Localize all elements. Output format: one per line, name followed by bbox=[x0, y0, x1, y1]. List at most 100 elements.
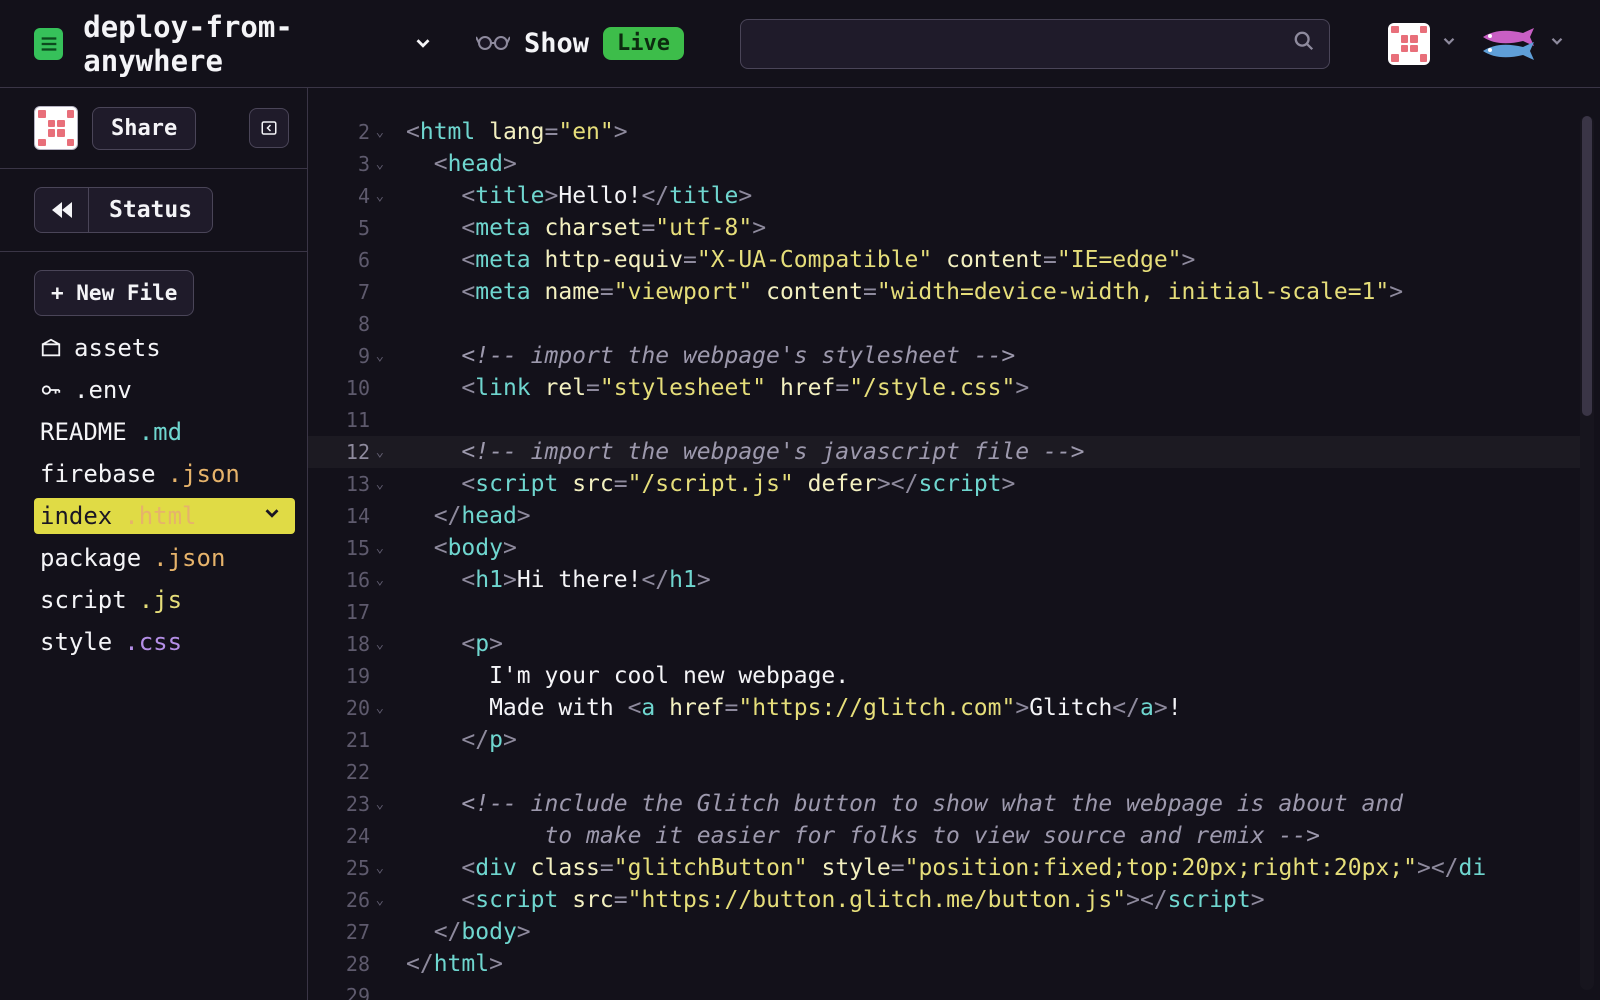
code-line[interactable]: <meta charset="utf-8"> bbox=[406, 212, 1580, 244]
scrollbar[interactable] bbox=[1580, 116, 1594, 990]
gutter-line[interactable]: 4 bbox=[308, 180, 378, 212]
scroll-thumb[interactable] bbox=[1582, 116, 1592, 416]
gutter-line[interactable]: 19 bbox=[308, 660, 378, 692]
gutter-line[interactable]: 9 bbox=[308, 340, 378, 372]
search-input[interactable] bbox=[755, 32, 1293, 55]
gutter-line[interactable]: 27 bbox=[308, 916, 378, 948]
project-avatar[interactable] bbox=[34, 106, 78, 150]
code-line[interactable]: I'm your cool new webpage. bbox=[406, 660, 1580, 692]
gutter-line[interactable]: 22 bbox=[308, 756, 378, 788]
sidebar-files: + New File assets .env README.md firebase.j… bbox=[0, 252, 307, 678]
show-group: Show Live bbox=[476, 27, 684, 60]
code-line[interactable]: </body> bbox=[406, 916, 1580, 948]
code-line[interactable]: <script src="/script.js" defer></script> bbox=[406, 468, 1580, 500]
gutter-line[interactable]: 6 bbox=[308, 244, 378, 276]
gutter-line[interactable]: 17 bbox=[308, 596, 378, 628]
code-line[interactable]: <meta name="viewport" content="width=dev… bbox=[406, 276, 1580, 308]
editor-code[interactable]: <html lang="en"> <head> <title>Hello!</t… bbox=[378, 88, 1580, 1000]
status-button[interactable]: Status bbox=[88, 187, 213, 233]
file-item-README-md[interactable]: README.md bbox=[34, 414, 295, 450]
code-line[interactable] bbox=[406, 980, 1580, 1000]
code-line[interactable]: to make it easier for folks to view sour… bbox=[406, 820, 1580, 852]
collapse-sidebar-button[interactable] bbox=[249, 108, 289, 148]
gutter-line[interactable]: 7 bbox=[308, 276, 378, 308]
gutter-line[interactable]: 8 bbox=[308, 308, 378, 340]
gutter-line[interactable]: 20 bbox=[308, 692, 378, 724]
code-line[interactable] bbox=[406, 308, 1580, 340]
new-file-button[interactable]: + New File bbox=[34, 270, 194, 316]
glitch-logo-icon[interactable] bbox=[34, 28, 63, 60]
gutter-line[interactable]: 28 bbox=[308, 948, 378, 980]
key-icon bbox=[40, 379, 62, 401]
editor: 2345678910111213141516171819202122232425… bbox=[308, 88, 1600, 1000]
search-input-container bbox=[740, 19, 1330, 69]
gutter-line[interactable]: 29 bbox=[308, 980, 378, 1000]
gutter-line[interactable]: 5 bbox=[308, 212, 378, 244]
gutter-line[interactable]: 11 bbox=[308, 404, 378, 436]
code-line[interactable]: <div class="glitchButton" style="positio… bbox=[406, 852, 1580, 884]
code-line[interactable] bbox=[406, 596, 1580, 628]
code-line[interactable]: <!-- import the webpage's stylesheet --> bbox=[406, 340, 1580, 372]
code-line[interactable]: <body> bbox=[406, 532, 1580, 564]
share-button[interactable]: Share bbox=[92, 107, 196, 150]
gutter-line[interactable]: 15 bbox=[308, 532, 378, 564]
gutter-line[interactable]: 2 bbox=[308, 116, 378, 148]
sidebar: Share Status + New File assets .env README… bbox=[0, 88, 308, 1000]
rewind-button[interactable] bbox=[34, 187, 88, 233]
code-line[interactable]: </p> bbox=[406, 724, 1580, 756]
file-ext: .md bbox=[139, 418, 182, 446]
code-line[interactable]: Made with <a href="https://glitch.com">G… bbox=[406, 692, 1580, 724]
code-line[interactable]: <head> bbox=[406, 148, 1580, 180]
file-ext: .css bbox=[124, 628, 182, 656]
status-button-group: Status bbox=[34, 187, 213, 233]
gutter-line[interactable]: 3 bbox=[308, 148, 378, 180]
gutter-line[interactable]: 10 bbox=[308, 372, 378, 404]
file-item-style-css[interactable]: style.css bbox=[34, 624, 295, 660]
chevron-down-icon bbox=[261, 502, 283, 530]
code-line[interactable] bbox=[406, 756, 1580, 788]
code-line[interactable]: </head> bbox=[406, 500, 1580, 532]
file-ext: .json bbox=[168, 460, 240, 488]
code-line[interactable]: <p> bbox=[406, 628, 1580, 660]
gutter-line[interactable]: 18 bbox=[308, 628, 378, 660]
gutter-line[interactable]: 12 bbox=[308, 436, 378, 468]
live-badge[interactable]: Live bbox=[603, 27, 684, 60]
code-line[interactable]: <meta http-equiv="X-UA-Compatible" conte… bbox=[406, 244, 1580, 276]
project-name-dropdown[interactable]: deploy-from-anywhere bbox=[83, 10, 434, 78]
file-item-script-js[interactable]: script.js bbox=[34, 582, 295, 618]
file-item-firebase-json[interactable]: firebase.json bbox=[34, 456, 295, 492]
gutter-line[interactable]: 14 bbox=[308, 500, 378, 532]
glitch-fish-dropdown[interactable] bbox=[1478, 24, 1566, 64]
gutter-line[interactable]: 23 bbox=[308, 788, 378, 820]
show-button[interactable]: Show bbox=[524, 28, 589, 59]
chevron-down-icon bbox=[1548, 32, 1566, 55]
file-name: package bbox=[40, 544, 141, 572]
code-line[interactable]: </html> bbox=[406, 948, 1580, 980]
code-line[interactable]: <script src="https://button.glitch.me/bu… bbox=[406, 884, 1580, 916]
gutter-line[interactable]: 16 bbox=[308, 564, 378, 596]
project-name-label: deploy-from-anywhere bbox=[83, 10, 400, 78]
code-line[interactable] bbox=[406, 404, 1580, 436]
gutter-line[interactable]: 26 bbox=[308, 884, 378, 916]
sidebar-top: Share bbox=[0, 88, 307, 169]
code-line[interactable]: <link rel="stylesheet" href="/style.css"… bbox=[406, 372, 1580, 404]
file-item-package-json[interactable]: package.json bbox=[34, 540, 295, 576]
new-file-wrap: + New File bbox=[34, 270, 295, 316]
gutter-line[interactable]: 13 bbox=[308, 468, 378, 500]
gutter-line[interactable]: 21 bbox=[308, 724, 378, 756]
file-ext: .js bbox=[139, 586, 182, 614]
code-line[interactable]: <h1>Hi there!</h1> bbox=[406, 564, 1580, 596]
sunglasses-icon[interactable] bbox=[476, 29, 510, 58]
gutter-line[interactable]: 24 bbox=[308, 820, 378, 852]
code-line[interactable]: <!-- include the Glitch button to show w… bbox=[406, 788, 1580, 820]
code-line[interactable]: <html lang="en"> bbox=[406, 116, 1580, 148]
file-name: index bbox=[40, 502, 112, 530]
code-line[interactable]: <title>Hello!</title> bbox=[406, 180, 1580, 212]
gutter-line[interactable]: 25 bbox=[308, 852, 378, 884]
code-line[interactable]: <!-- import the webpage's javascript fil… bbox=[378, 436, 1580, 468]
file-item-index-html[interactable]: index.html bbox=[34, 498, 295, 534]
file-item-assets[interactable]: assets bbox=[34, 330, 295, 366]
user-avatar-dropdown[interactable] bbox=[1388, 23, 1458, 65]
search-icon[interactable] bbox=[1293, 30, 1315, 57]
file-item--env[interactable]: .env bbox=[34, 372, 295, 408]
